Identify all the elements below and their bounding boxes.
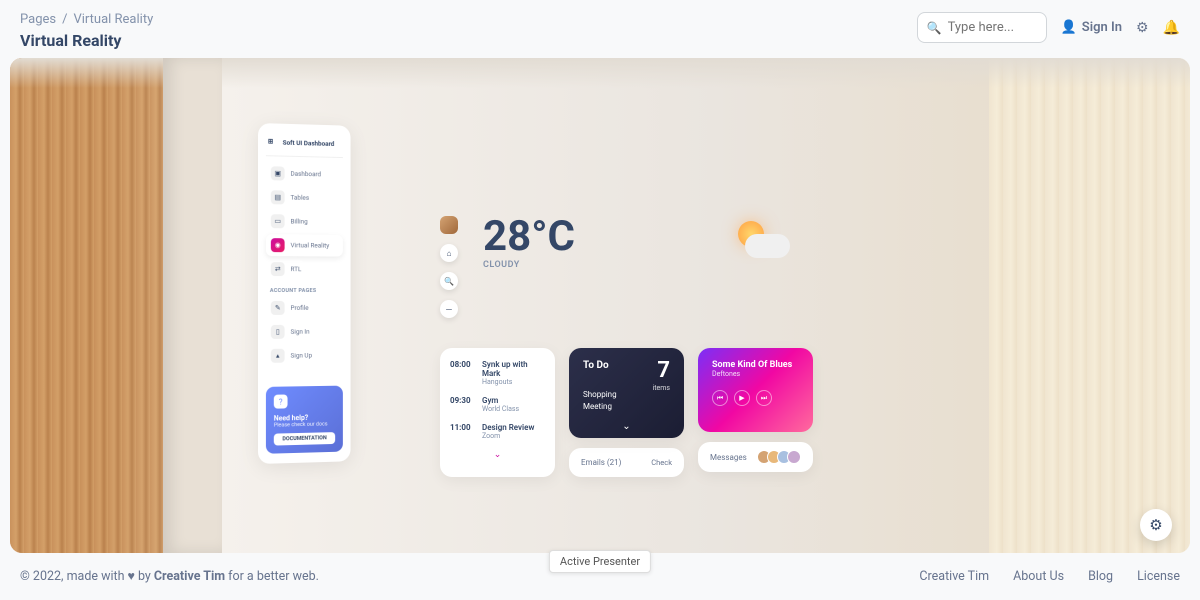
user-icon: 👤	[1061, 20, 1077, 35]
doc-icon: ▯	[271, 325, 285, 339]
vr-icon: ◉	[271, 238, 285, 252]
schedule-item[interactable]: 08:00 Synk up with MarkHangouts	[450, 360, 545, 386]
bell-icon[interactable]: 🔔	[1163, 20, 1180, 36]
help-icon: ?	[274, 394, 288, 408]
footer-link[interactable]: About Us	[1013, 569, 1064, 584]
todo-item: Meeting	[583, 401, 670, 413]
breadcrumb: Pages / Virtual Reality	[20, 12, 153, 27]
todo-count: 7	[657, 358, 670, 383]
music-card: Some Kind Of Blues Deftones ⏮ ▶ ⏭	[698, 348, 813, 432]
chevron-down-icon[interactable]: ⌄	[622, 421, 630, 432]
documentation-button[interactable]: DOCUMENTATION	[274, 432, 335, 445]
hero-background: ⊞ Soft UI Dashboard ▣Dashboard ▤Tables ▭…	[10, 58, 1190, 553]
mini-sidebar: ⊞ Soft UI Dashboard ▣Dashboard ▤Tables ▭…	[258, 123, 351, 464]
avatar[interactable]	[440, 216, 458, 234]
sidebar-brand: ⊞ Soft UI Dashboard	[266, 133, 343, 158]
active-presenter-badge: Active Presenter	[549, 550, 651, 573]
sidebar-item-rtl[interactable]: ⇄RTL	[266, 258, 343, 280]
footer-link[interactable]: Blog	[1088, 569, 1113, 584]
sidebar-item-profile[interactable]: ✎Profile	[266, 297, 343, 319]
sidebar-item-signup[interactable]: ▴Sign Up	[266, 344, 343, 367]
gear-icon[interactable]: ⚙	[1136, 20, 1149, 36]
breadcrumb-root[interactable]: Pages	[20, 12, 56, 27]
settings-fab[interactable]: ⚙	[1140, 509, 1172, 541]
sidebar-item-signin[interactable]: ▯Sign In	[266, 321, 343, 343]
page-title: Virtual Reality	[20, 31, 153, 50]
sidebar-item-dashboard[interactable]: ▣Dashboard	[266, 162, 343, 185]
prev-button[interactable]: ⏮	[712, 390, 728, 406]
help-card: ? Need help? Please check our docs DOCUM…	[266, 386, 343, 454]
chevron-down-icon[interactable]: ⌄	[450, 450, 545, 460]
signin-link[interactable]: 👤 Sign In	[1061, 20, 1122, 35]
weather-condition: CLOUDY	[483, 260, 575, 270]
schedule-item[interactable]: 11:00 Design ReviewZoom	[450, 423, 545, 440]
schedule-item[interactable]: 09:30 GymWorld Class	[450, 396, 545, 413]
sidebar-section-label: ACCOUNT PAGES	[266, 282, 343, 297]
avatar	[787, 450, 801, 464]
play-button[interactable]: ▶	[734, 390, 750, 406]
footer-link[interactable]: License	[1137, 569, 1180, 584]
check-link[interactable]: Check	[651, 458, 672, 467]
footer-link[interactable]: Creative Tim	[919, 569, 989, 584]
sidebar-item-vr[interactable]: ◉Virtual Reality	[266, 234, 343, 256]
author-link[interactable]: Creative Tim	[154, 569, 225, 584]
search-box: 🔍	[917, 12, 1047, 43]
profile-icon: ✎	[271, 301, 285, 315]
emails-card[interactable]: Emails (21) Check	[569, 448, 684, 477]
sidebar-item-tables[interactable]: ▤Tables	[266, 186, 343, 209]
temperature: 28°C	[483, 216, 575, 258]
messages-card[interactable]: Messages	[698, 442, 813, 472]
footer-copyright: © 2022, made with ♥ by Creative Tim for …	[20, 569, 319, 584]
message-avatars	[761, 450, 801, 464]
schedule-card: 08:00 Synk up with MarkHangouts 09:30 Gy…	[440, 348, 555, 477]
heart-icon: ♥	[128, 569, 135, 584]
home-button[interactable]: ⌂	[440, 244, 458, 262]
card-icon: ▭	[271, 214, 285, 228]
store-icon: ▣	[271, 166, 285, 180]
search-button[interactable]: 🔍	[440, 272, 458, 290]
next-button[interactable]: ⏭	[756, 390, 772, 406]
minimize-button[interactable]: ─	[440, 300, 458, 318]
todo-card[interactable]: To Do 7 items Shopping Meeting ⌄	[569, 348, 684, 438]
sidebar-item-billing[interactable]: ▭Billing	[266, 210, 343, 233]
weather-icon	[720, 216, 790, 266]
table-icon: ▤	[271, 190, 285, 204]
brand-icon: ⊞	[268, 137, 278, 147]
breadcrumb-current: Virtual Reality	[73, 12, 153, 27]
rtl-icon: ⇄	[271, 262, 285, 276]
rocket-icon: ▴	[271, 349, 285, 363]
search-icon: 🔍	[927, 21, 942, 35]
